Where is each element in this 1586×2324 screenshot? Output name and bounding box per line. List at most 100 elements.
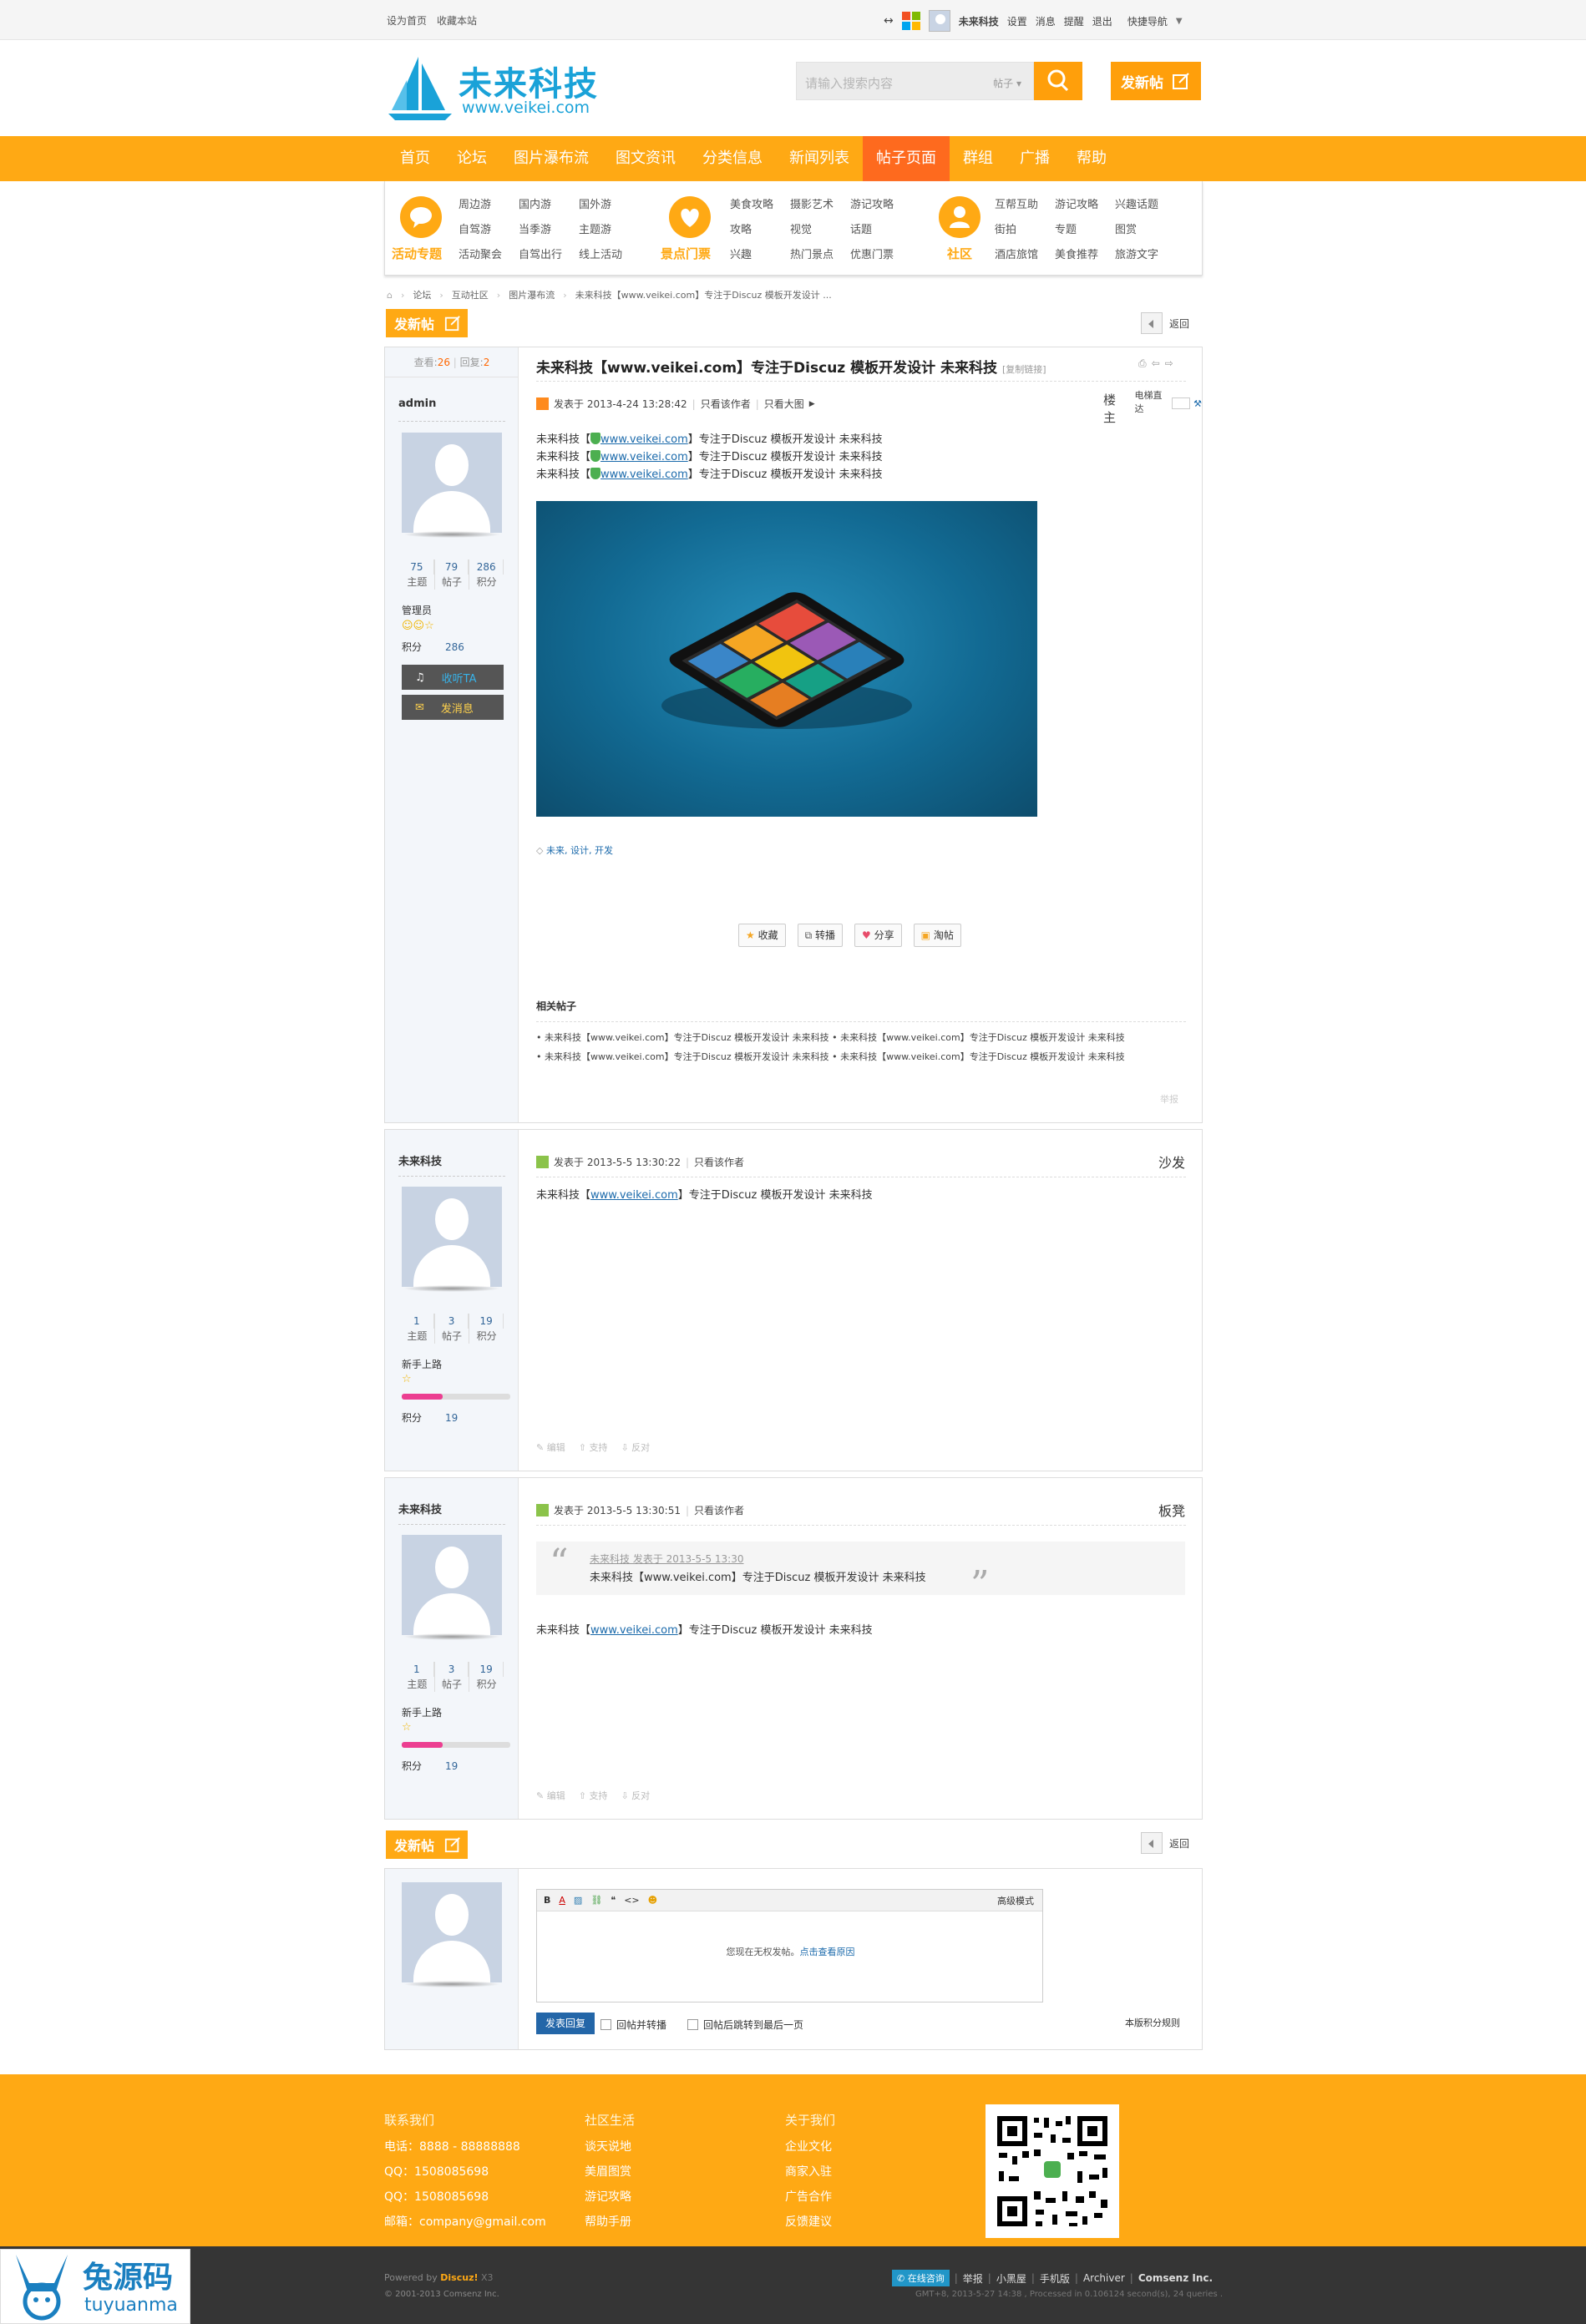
author-avatar[interactable] [402, 433, 502, 533]
send-message-button[interactable]: ✉ 发消息 [402, 695, 504, 720]
author-name[interactable]: 未来科技 [398, 1152, 442, 1168]
user-avatar-small[interactable] [928, 10, 950, 32]
related-item[interactable]: • 未来科技【www.veikei.com】专注于Discuz 模板开发设计 未… [536, 1028, 1125, 1047]
nav-item[interactable]: 群组 [950, 136, 1006, 181]
subnav-link[interactable]: 热门景点 [790, 243, 834, 268]
footer-link[interactable]: 商家入驻 [785, 2159, 835, 2185]
only-author-link[interactable]: 只看该作者 [694, 1155, 744, 1169]
chevron-down-icon[interactable]: ▼ [1176, 17, 1183, 26]
footer-link[interactable]: 游记攻略 [585, 2185, 635, 2210]
author-name[interactable]: 未来科技 [398, 1501, 442, 1516]
site-logo[interactable]: 未来科技 www.veikei.com [387, 55, 604, 122]
nav-item[interactable]: 图文资讯 [602, 136, 689, 181]
subnav-link[interactable]: 美食推荐 [1055, 243, 1098, 268]
footer-link[interactable]: 反馈建议 [785, 2210, 835, 2235]
nav-item[interactable]: 分类信息 [689, 136, 776, 181]
subnav-link[interactable]: 活动聚会 [459, 243, 502, 268]
next-icon[interactable]: ⇨ [1165, 357, 1173, 370]
subnav-link[interactable]: 互帮互助 [995, 193, 1038, 218]
content-link[interactable]: www.veikei.com [590, 1189, 678, 1202]
windows-icon[interactable] [901, 12, 920, 30]
bottom-link[interactable]: Archiver [1083, 2272, 1125, 2284]
elevator-input[interactable] [1171, 397, 1191, 409]
printer-icon[interactable]: ⎙ [1138, 357, 1147, 370]
subnav-link[interactable]: 自驾游 [459, 218, 502, 243]
bottom-link[interactable]: 小黑屋 [996, 2271, 1026, 2286]
subnav-link[interactable]: 兴趣 [730, 243, 773, 268]
bottom-link[interactable]: Comsenz Inc. [1138, 2272, 1213, 2284]
discuz-link[interactable]: Discuz! [440, 2272, 478, 2283]
view-reason-link[interactable]: 点击查看原因 [800, 1947, 855, 1957]
edit-link[interactable]: ✎ 编辑 [536, 1789, 565, 1802]
search-input[interactable]: 请输入搜索内容 帖子 ▾ [796, 62, 1034, 100]
related-item[interactable]: • 未来科技【www.veikei.com】专注于Discuz 模板开发设计 未… [536, 1047, 1125, 1066]
post-image[interactable] [536, 501, 1037, 817]
subnav-link[interactable]: 自驾出行 [519, 243, 562, 268]
logout-link[interactable]: 退出 [1092, 14, 1112, 28]
subnav-link[interactable]: 摄影艺术 [790, 193, 834, 218]
username-link[interactable]: 未来科技 [959, 14, 999, 28]
subnav-link[interactable]: 兴趣话题 [1115, 193, 1158, 218]
header-new-post-button[interactable]: 发新帖 [1111, 62, 1201, 100]
content-link[interactable]: www.veikei.com [600, 468, 688, 481]
image-icon[interactable]: ▨ [574, 1895, 582, 1906]
oppose-link[interactable]: ⇩ 反对 [621, 1789, 650, 1802]
follow-button[interactable]: ♫ 收听TA [402, 665, 504, 690]
footer-link[interactable]: 谈天说地 [585, 2134, 635, 2159]
quote-source-link[interactable]: 未来科技 发表于 2013-5-5 13:30 [590, 1552, 744, 1566]
set-home-link[interactable]: 设为首页 [387, 13, 427, 28]
settings-link[interactable]: 设置 [1007, 14, 1027, 28]
nav-item[interactable]: 论坛 [443, 136, 500, 181]
oppose-link[interactable]: ⇩ 反对 [621, 1440, 650, 1454]
breadcrumb-item[interactable]: 图片瀑布流 [509, 288, 555, 301]
subnav-link[interactable]: 酒店旅馆 [995, 243, 1038, 268]
link-icon[interactable]: ⛓ [590, 1895, 602, 1906]
footer-link[interactable]: 企业文化 [785, 2134, 835, 2159]
author-group[interactable]: 新手上路 [402, 1357, 442, 1371]
subnav-link[interactable]: 当季游 [519, 218, 562, 243]
subnav-link[interactable]: 游记攻略 [1055, 193, 1098, 218]
author-group[interactable]: 新手上路 [402, 1705, 442, 1719]
author-avatar[interactable] [402, 1535, 502, 1635]
support-link[interactable]: ⇧ 支持 [579, 1440, 608, 1454]
favorite-button[interactable]: ★ 收藏 [738, 924, 786, 947]
breadcrumb-item[interactable]: 论坛 [413, 288, 431, 301]
only-author-link[interactable]: 只看该作者 [694, 1503, 744, 1517]
bottom-link[interactable]: 举报 [963, 2271, 983, 2286]
nav-item[interactable]: 新闻列表 [776, 136, 863, 181]
my-avatar[interactable] [402, 1882, 502, 1982]
footer-link[interactable]: 帮助手册 [585, 2210, 635, 2235]
nav-item[interactable]: 图片瀑布流 [500, 136, 602, 181]
subnav-label[interactable]: 活动专题 [392, 245, 442, 262]
new-post-button-bottom[interactable]: 发新帖 [386, 1830, 468, 1859]
font-color-icon[interactable]: A [559, 1895, 565, 1906]
submit-reply-button[interactable]: 发表回复 [536, 2013, 595, 2034]
subnav-label[interactable]: 社区 [947, 245, 972, 262]
reply-forward-checkbox[interactable]: 回帖并转播 [600, 2018, 666, 2032]
author-avatar[interactable] [402, 1187, 502, 1287]
tag-links[interactable]: 未来, 设计, 开发 [546, 845, 613, 856]
forward-button[interactable]: ⧉ 转播 [797, 924, 844, 947]
prev-icon[interactable]: ⇦ [1152, 357, 1160, 370]
bold-icon[interactable]: B [544, 1895, 550, 1906]
bottom-link[interactable]: 手机版 [1040, 2271, 1070, 2286]
nav-item[interactable]: 首页 [387, 136, 443, 181]
content-link[interactable]: www.veikei.com [590, 1624, 678, 1637]
messages-link[interactable]: 消息 [1036, 14, 1056, 28]
new-post-button-top[interactable]: 发新帖 [386, 309, 468, 337]
author-group[interactable]: 管理员 [402, 603, 432, 617]
only-author-link[interactable]: 只看该作者 [701, 397, 751, 411]
collect-button[interactable]: ▣ 淘帖 [913, 924, 961, 947]
reply-editor[interactable]: B A ▨ ⛓ ❝ <> ☻ 高级模式 您现在无权发帖。点击查看原因 [536, 1889, 1043, 2002]
online-consult-button[interactable]: ✆ 在线咨询 [892, 2270, 950, 2286]
subnav-link[interactable]: 周边游 [459, 193, 502, 218]
breadcrumb-item[interactable]: 未来科技【www.veikei.com】专注于Discuz 模板开发设计 ... [575, 288, 832, 301]
content-link[interactable]: www.veikei.com [600, 433, 688, 446]
subnav-link[interactable]: 主题游 [579, 218, 622, 243]
only-image-link[interactable]: 只看大图 [764, 397, 804, 411]
footer-link[interactable]: 美眉图赏 [585, 2159, 635, 2185]
nav-item[interactable]: 广播 [1006, 136, 1063, 181]
bookmark-link[interactable]: 收藏本站 [437, 13, 477, 28]
share-button[interactable]: ♥ 分享 [854, 924, 902, 947]
subnav-link[interactable]: 美食攻略 [730, 193, 773, 218]
